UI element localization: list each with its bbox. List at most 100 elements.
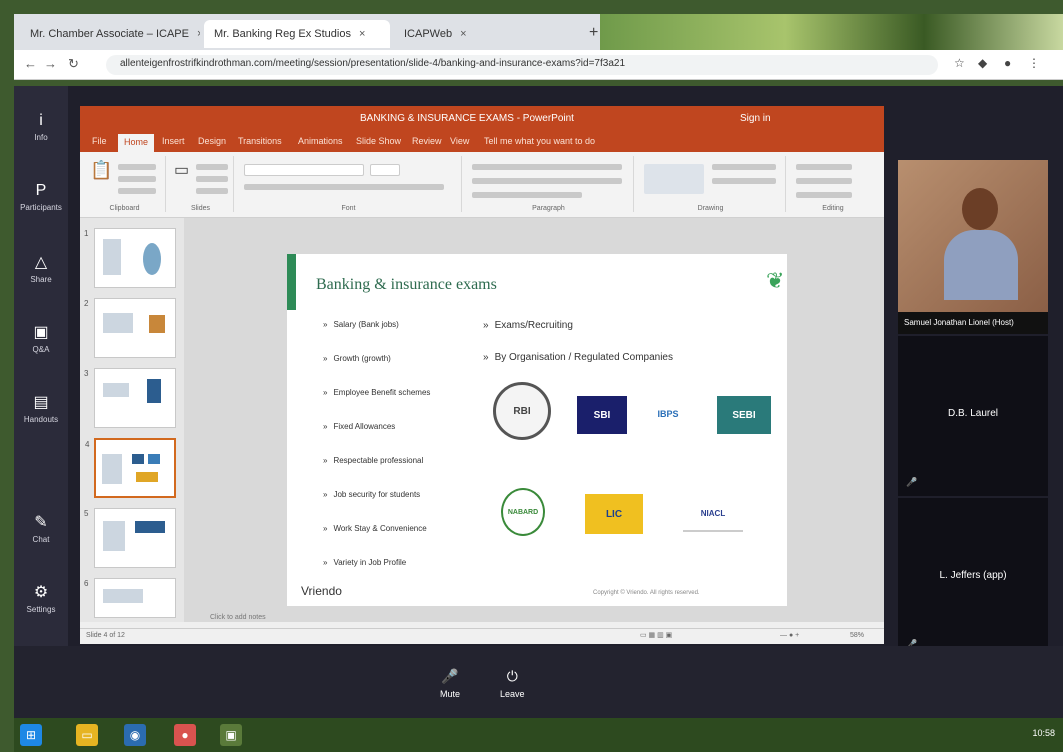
shapes-gallery[interactable] [644, 164, 704, 194]
start-icon[interactable]: ⊞ [20, 724, 42, 746]
rail-item-info[interactable]: i Info [14, 112, 68, 142]
tab-animations[interactable]: Animations [298, 136, 343, 146]
close-icon[interactable]: × [197, 28, 200, 40]
replace-button [796, 178, 852, 184]
close-icon[interactable]: × [359, 28, 365, 40]
rail-item-chat[interactable]: ✎ Chat [14, 512, 68, 544]
tab-view[interactable]: View [450, 136, 469, 146]
select-button [796, 192, 852, 198]
browser-tab[interactable]: Mr. Chamber Associate – ICAPE × [20, 20, 200, 48]
gear-icon: ⚙ [33, 584, 49, 601]
tab-label: ICAPWeb [404, 28, 453, 40]
chrome-icon[interactable]: ● [174, 724, 196, 746]
profile-icon[interactable]: ● [1004, 56, 1011, 70]
slide-thumbnail[interactable]: 2 [84, 298, 176, 358]
list-item: Fixed Allowances [323, 422, 463, 431]
rail-item-share[interactable]: △ Share [14, 252, 68, 284]
tab-design[interactable]: Design [198, 136, 226, 146]
reload-icon[interactable]: ↻ [68, 56, 79, 72]
thumb-image [149, 315, 165, 333]
rail-item-label: Handouts [23, 415, 59, 424]
menu-icon[interactable]: ⋮ [1028, 56, 1040, 70]
ribbon-group-editing: Editing [788, 156, 878, 212]
brand-wordmark: Vriendo [301, 584, 342, 598]
tell-me-input[interactable]: Tell me what you want to do [484, 136, 595, 146]
file-explorer-icon[interactable]: ▭ [76, 724, 98, 746]
meeting-app: i Info P Participants △ Share ▣ Q&A ▤ Handout… [14, 86, 1063, 718]
tab-home[interactable]: Home [118, 134, 155, 152]
tab-file[interactable]: File [92, 136, 107, 146]
extension-icon[interactable]: ◆ [978, 56, 987, 70]
slide-thumbnail[interactable]: 5 [84, 508, 176, 568]
browser-tab[interactable]: ICAPWeb × [394, 20, 574, 48]
rail-item-label: Settings [26, 605, 56, 614]
notes-placeholder[interactable]: Click to add notes [210, 614, 266, 621]
rail-item-settings[interactable]: ⚙ Settings [14, 582, 68, 614]
sebi-logo: SEBI [717, 396, 771, 434]
app-icon[interactable]: ▣ [220, 724, 242, 746]
thumb-text [103, 589, 143, 603]
current-slide[interactable]: Banking & insurance exams ❦ Salary (Bank… [287, 254, 787, 606]
share-icon: △ [34, 254, 48, 271]
slide-thumbnail[interactable]: 3 [84, 368, 176, 428]
group-label: Slides [190, 205, 211, 212]
reset-button [196, 176, 228, 182]
clock[interactable]: 10:58 [1032, 728, 1055, 738]
control-label: Mute [440, 689, 461, 699]
sbi-logo: SBI [577, 396, 627, 434]
rail-item-label: Share [30, 275, 52, 284]
copy-button [118, 176, 156, 182]
niacl-logo: NIACL [683, 496, 743, 532]
leave-button[interactable]: ⏻ Leave [500, 668, 525, 699]
sign-in-link[interactable]: Sign in [740, 113, 771, 124]
chat-icon: ✎ [34, 514, 48, 531]
browser-tab-active[interactable]: Mr. Banking Reg Ex Studios × [204, 20, 390, 48]
info-icon: i [39, 112, 43, 129]
font-select[interactable] [244, 164, 364, 176]
find-button [796, 164, 852, 170]
handouts-icon: ▤ [33, 394, 49, 411]
mute-button[interactable]: 🎤 Mute [440, 668, 460, 699]
rail-item-qa[interactable]: ▣ Q&A [14, 322, 68, 354]
forward-icon[interactable]: → [44, 56, 57, 71]
zoom-slider[interactable]: — ● + [780, 632, 799, 639]
tab-slide-show[interactable]: Slide Show [356, 136, 401, 146]
rail-item-participants[interactable]: P Participants [14, 182, 68, 212]
new-tab-icon[interactable]: + [589, 24, 598, 42]
back-icon[interactable]: ← [24, 56, 37, 71]
ppt-ribbon: 📋 Clipboard ▭ Slides Font Paragraph Draw… [80, 152, 884, 218]
ribbon-group-paragraph: Paragraph [464, 156, 634, 212]
participant-tile: L. Jeffers (app) 🎤 [898, 498, 1048, 658]
tab-transitions[interactable]: Transitions [238, 136, 282, 146]
list-item: By Organisation / Regulated Companies [483, 352, 673, 363]
url-input[interactable]: allenteigenfrostrifkindrothman.com/meeti… [106, 55, 938, 75]
list-item: Employee Benefit schemes [323, 388, 463, 397]
slide-thumbnail[interactable]: 6 [84, 578, 176, 618]
thumb-image [136, 472, 158, 482]
tab-review[interactable]: Review [412, 136, 442, 146]
thumb-image [132, 454, 144, 464]
slide-number: 1 [84, 229, 89, 238]
slide-thumbnail-active[interactable]: 4 [85, 438, 176, 498]
tab-insert[interactable]: Insert [162, 136, 185, 146]
rail-item-label: Q&A [32, 345, 50, 354]
address-bar: ← → ↻ allenteigenfrostrifkindrothman.com… [14, 50, 1063, 80]
slide-thumbnail[interactable]: 1 [84, 228, 176, 288]
cut-button [118, 164, 156, 170]
left-rail: i Info P Participants △ Share ▣ Q&A ▤ Handout… [14, 86, 68, 718]
slide-number: 3 [84, 369, 89, 378]
browser-icon[interactable]: ◉ [124, 724, 146, 746]
view-icons[interactable]: ▭ ▦ ▥ ▣ [640, 631, 672, 639]
rbi-logo: RBI [493, 382, 551, 440]
paste-icon[interactable]: 📋 [90, 160, 112, 181]
os-taskbar: ⊞ ▭ ◉ ● ▣ 10:58 [14, 718, 1063, 752]
participant-tile: D.B. Laurel 🎤 [898, 336, 1048, 496]
rail-item-handouts[interactable]: ▤ Handouts [14, 392, 68, 424]
thumb-text [102, 454, 122, 484]
list-item: Growth (growth) [323, 354, 463, 363]
font-size-select[interactable] [370, 164, 400, 176]
star-icon[interactable]: ☆ [954, 56, 965, 70]
close-icon[interactable]: × [460, 28, 466, 40]
thumb-image [143, 243, 161, 275]
new-slide-icon[interactable]: ▭ [174, 160, 189, 180]
